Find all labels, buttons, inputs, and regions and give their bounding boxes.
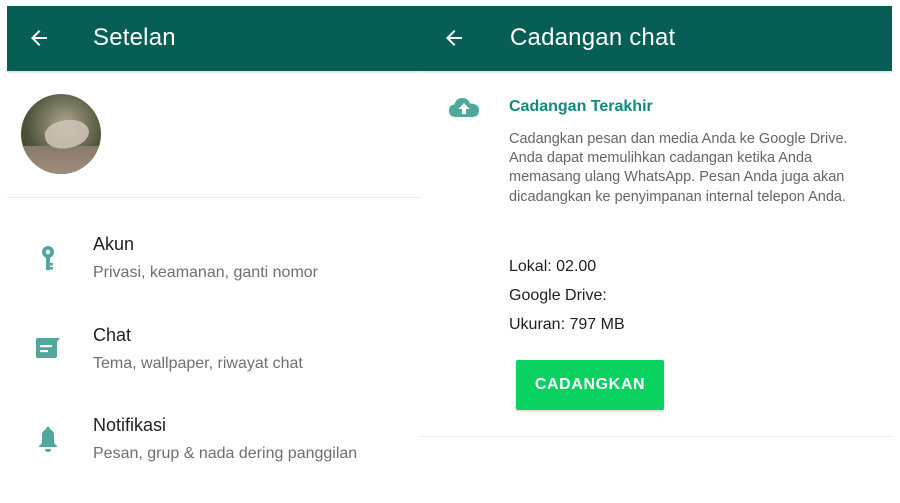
profile-avatar[interactable]: [21, 94, 101, 174]
page-title: Setelan: [93, 24, 176, 51]
bell-icon: [39, 426, 57, 452]
arrow-back-icon[interactable]: [27, 26, 51, 50]
local-backup-time: Lokal: 02.00: [509, 258, 597, 275]
backup-description: Cadangkan pesan dan media Anda ke Google…: [509, 131, 848, 205]
section-divider: [420, 436, 892, 437]
chat-icon: [36, 338, 60, 358]
arrow-back-icon[interactable]: [442, 26, 466, 50]
setting-item-title: Notifikasi: [93, 415, 167, 435]
setting-item-subtitle: Pesan, grup & nada dering panggilan: [93, 445, 358, 462]
avatar-photo-floor: [21, 146, 101, 174]
key-icon: [42, 246, 54, 270]
page-title: Cadangan chat: [510, 24, 676, 51]
setting-item-subtitle: Privasi, keamanan, ganti nomor: [93, 264, 318, 281]
cloud-upload-icon: [449, 98, 479, 117]
chat-backup-screen: Cadangan chat Cadangan Terakhir Cadangka…: [420, 6, 892, 503]
setting-item-chat[interactable]: Chat Tema, wallpaper, riwayat chat: [7, 312, 420, 392]
backup-size: Ukuran: 797 MB: [509, 316, 625, 333]
profile-divider: [7, 197, 420, 198]
setting-item-subtitle: Tema, wallpaper, riwayat chat: [93, 355, 303, 372]
settings-screen: Setelan Akun Privasi, keamanan, ganti no…: [7, 6, 420, 503]
google-drive-backup-time: Google Drive:: [509, 287, 607, 304]
last-backup-heading: Cadangan Terakhir: [509, 98, 653, 115]
setting-item-title: Chat: [93, 325, 132, 345]
setting-item-notifikasi[interactable]: Notifikasi Pesan, grup & nada dering pan…: [7, 402, 420, 482]
setting-item-akun[interactable]: Akun Privasi, keamanan, ganti nomor: [7, 221, 420, 301]
settings-app-bar: Setelan: [7, 6, 420, 71]
backup-button[interactable]: CADANGKAN: [516, 360, 664, 410]
backup-app-bar: Cadangan chat: [420, 6, 892, 71]
setting-item-title: Akun: [93, 234, 135, 254]
